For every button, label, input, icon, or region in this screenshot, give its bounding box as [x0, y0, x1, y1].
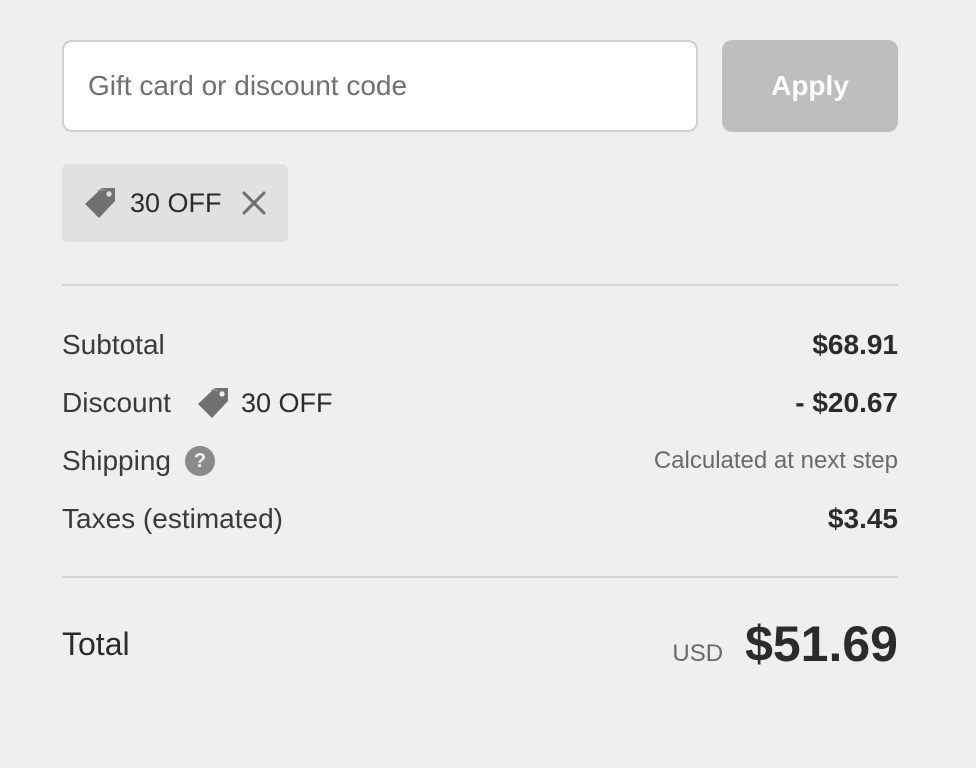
shipping-row: Shipping ? Calculated at next step: [62, 432, 898, 490]
discount-label-group: Discount 30 OFF: [62, 385, 332, 421]
close-icon: [242, 191, 266, 215]
question-icon[interactable]: ?: [184, 446, 215, 476]
applied-discount-chip: 30 OFF: [62, 164, 288, 242]
shipping-value: Calculated at next step: [653, 447, 898, 474]
taxes-label: Taxes (estimated): [62, 503, 283, 534]
shipping-label-group: Shipping ?: [62, 445, 215, 477]
discount-row: Discount 30 OFF - $20.67: [62, 374, 898, 432]
subtotal-value: $68.91: [812, 329, 898, 360]
tag-icon: [82, 185, 118, 221]
apply-button[interactable]: Apply: [722, 40, 898, 132]
total-amount: $51.69: [745, 616, 898, 672]
discount-label: Discount: [62, 387, 171, 418]
discount-code-label: 30 OFF: [240, 387, 333, 418]
discount-code-tag: 30 OFF: [195, 385, 333, 421]
subtotal-label: Subtotal: [62, 329, 165, 360]
taxes-row: Taxes (estimated) $3.45: [62, 490, 898, 548]
discount-form: Apply: [62, 40, 898, 132]
total-row: Total USD $51.69: [62, 614, 898, 674]
subtotal-row: Subtotal $68.91: [62, 316, 898, 374]
total-label: Total: [62, 625, 130, 662]
taxes-value: $3.45: [827, 503, 898, 534]
cost-summary: Subtotal $68.91 Discount 30 OFF - $20.67…: [62, 316, 898, 548]
tag-icon: [195, 385, 231, 421]
total-amount-group: USD $51.69: [672, 615, 898, 673]
divider: [62, 284, 898, 286]
currency-code: USD: [672, 640, 724, 667]
discount-code-input[interactable]: [62, 40, 698, 132]
divider: [62, 576, 898, 578]
applied-code-label: 30 OFF: [130, 187, 222, 218]
discount-value: - $20.67: [795, 387, 898, 418]
order-summary-panel: Apply 30 OFF Subtotal $68.91 Discount: [62, 40, 898, 674]
shipping-label: Shipping: [62, 445, 171, 476]
remove-discount-button[interactable]: [240, 189, 268, 217]
